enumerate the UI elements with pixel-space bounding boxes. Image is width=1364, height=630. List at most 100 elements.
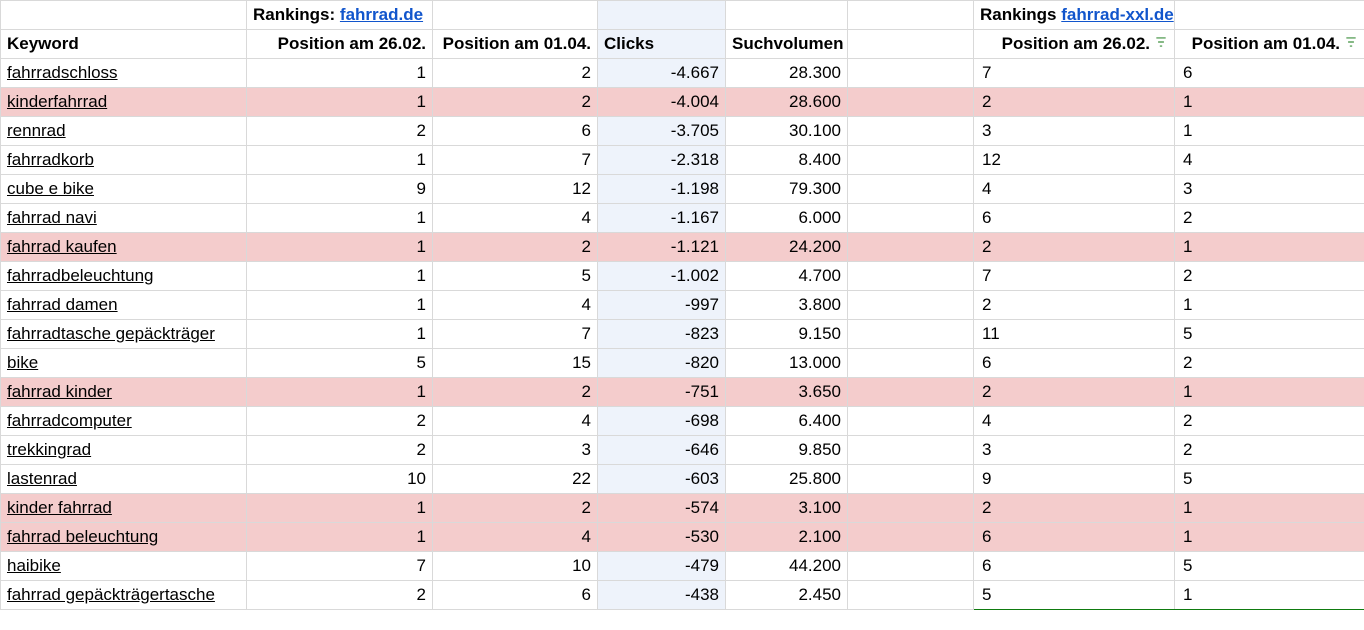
table-row: fahrradschloss12-4.66728.30076	[1, 59, 1364, 88]
table-row: fahrrad kinder12-7513.65021	[1, 378, 1364, 407]
empty-cell	[726, 1, 848, 30]
volume-cell: 8.400	[726, 146, 848, 175]
empty-cell	[848, 465, 974, 494]
pos-a-2602-cell: 2	[247, 581, 433, 610]
empty-cell	[848, 146, 974, 175]
pos-a-0104-cell: 7	[433, 146, 598, 175]
keyword-cell[interactable]: fahrrad kaufen	[1, 233, 247, 262]
clicks-cell: -479	[598, 552, 726, 581]
volume-cell: 2.450	[726, 581, 848, 610]
volume-cell: 9.850	[726, 436, 848, 465]
volume-cell: 2.100	[726, 523, 848, 552]
keyword-cell[interactable]: fahrradbeleuchtung	[1, 262, 247, 291]
pos-b-2602-cell: 6	[974, 349, 1175, 378]
keyword-cell[interactable]: kinderfahrrad	[1, 88, 247, 117]
empty-cell	[598, 1, 726, 30]
clicks-cell: -530	[598, 523, 726, 552]
keyword-cell[interactable]: fahrradtasche gepäckträger	[1, 320, 247, 349]
pos-b-2602-cell: 2	[974, 291, 1175, 320]
keyword-cell[interactable]: trekkingrad	[1, 436, 247, 465]
filter-icon[interactable]	[1154, 34, 1168, 54]
volume-cell: 24.200	[726, 233, 848, 262]
pos-a-0104-cell: 4	[433, 204, 598, 233]
pos-b-0104-cell: 2	[1175, 349, 1364, 378]
empty-cell	[848, 233, 974, 262]
group-header-row: Rankings: fahrrad.de Rankings fahrrad-xx…	[1, 1, 1364, 30]
table-row: kinderfahrrad12-4.00428.60021	[1, 88, 1364, 117]
clicks-cell: -2.318	[598, 146, 726, 175]
clicks-cell: -603	[598, 465, 726, 494]
column-header-row: Keyword Position am 26.02. Position am 0…	[1, 30, 1364, 59]
pos-a-0104-cell: 6	[433, 581, 598, 610]
empty-cell	[848, 117, 974, 146]
pos-a-0104-cell: 2	[433, 378, 598, 407]
table-row: rennrad26-3.70530.10031	[1, 117, 1364, 146]
keyword-cell[interactable]: fahrradschloss	[1, 59, 247, 88]
keyword-cell[interactable]: fahrradkorb	[1, 146, 247, 175]
keyword-cell[interactable]: fahrrad gepäckträgertasche	[1, 581, 247, 610]
keyword-cell[interactable]: fahrrad kinder	[1, 378, 247, 407]
header-pos-b-2602[interactable]: Position am 26.02.	[974, 30, 1175, 59]
header-pos-b-2602-label: Position am 26.02.	[1002, 34, 1150, 54]
site-b-link[interactable]: fahrrad-xxl.de	[1061, 5, 1173, 24]
empty-cell	[848, 88, 974, 117]
pos-a-0104-cell: 2	[433, 59, 598, 88]
pos-a-2602-cell: 1	[247, 59, 433, 88]
pos-a-2602-cell: 2	[247, 117, 433, 146]
clicks-cell: -751	[598, 378, 726, 407]
pos-b-0104-cell: 2	[1175, 407, 1364, 436]
pos-a-2602-cell: 10	[247, 465, 433, 494]
header-pos-a-0104[interactable]: Position am 01.04.	[433, 30, 598, 59]
table-row: fahrradbeleuchtung15-1.0024.70072	[1, 262, 1364, 291]
volume-cell: 13.000	[726, 349, 848, 378]
pos-b-2602-cell: 6	[974, 523, 1175, 552]
empty-cell	[848, 204, 974, 233]
table-row: fahrrad gepäckträgertasche26-4382.45051	[1, 581, 1364, 610]
keyword-cell[interactable]: lastenrad	[1, 465, 247, 494]
volume-cell: 6.000	[726, 204, 848, 233]
keyword-cell[interactable]: kinder fahrrad	[1, 494, 247, 523]
table-row: fahrrad kaufen12-1.12124.20021	[1, 233, 1364, 262]
pos-a-2602-cell: 1	[247, 146, 433, 175]
keyword-cell[interactable]: cube e bike	[1, 175, 247, 204]
pos-a-0104-cell: 4	[433, 291, 598, 320]
site-a-link[interactable]: fahrrad.de	[340, 5, 423, 24]
header-pos-b-0104[interactable]: Position am 01.04.	[1175, 30, 1364, 59]
pos-b-0104-cell: 1	[1175, 378, 1364, 407]
pos-b-2602-cell: 6	[974, 552, 1175, 581]
keyword-cell[interactable]: fahrrad beleuchtung	[1, 523, 247, 552]
header-pos-a-2602[interactable]: Position am 26.02.	[247, 30, 433, 59]
pos-b-0104-cell: 4	[1175, 146, 1364, 175]
keyword-cell[interactable]: rennrad	[1, 117, 247, 146]
keyword-cell[interactable]: bike	[1, 349, 247, 378]
filter-icon[interactable]	[1344, 34, 1358, 54]
pos-a-2602-cell: 1	[247, 494, 433, 523]
pos-b-0104-cell: 2	[1175, 204, 1364, 233]
table-row: kinder fahrrad12-5743.10021	[1, 494, 1364, 523]
empty-cell	[433, 1, 598, 30]
empty-cell	[848, 436, 974, 465]
volume-cell: 9.150	[726, 320, 848, 349]
keyword-cell[interactable]: fahrrad damen	[1, 291, 247, 320]
pos-b-2602-cell: 12	[974, 146, 1175, 175]
pos-b-2602-cell: 11	[974, 320, 1175, 349]
header-clicks[interactable]: Clicks	[598, 30, 726, 59]
pos-b-0104-cell: 3	[1175, 175, 1364, 204]
table-row: fahrrad beleuchtung14-5302.10061	[1, 523, 1364, 552]
header-volume[interactable]: Suchvolumen	[726, 30, 848, 59]
pos-b-2602-cell: 4	[974, 175, 1175, 204]
pos-b-0104-cell: 6	[1175, 59, 1364, 88]
keyword-cell[interactable]: fahrrad navi	[1, 204, 247, 233]
header-keyword[interactable]: Keyword	[1, 30, 247, 59]
keyword-cell[interactable]: haibike	[1, 552, 247, 581]
volume-cell: 28.300	[726, 59, 848, 88]
clicks-cell: -574	[598, 494, 726, 523]
pos-a-0104-cell: 2	[433, 88, 598, 117]
pos-b-0104-cell: 5	[1175, 552, 1364, 581]
pos-a-2602-cell: 1	[247, 378, 433, 407]
clicks-cell: -1.121	[598, 233, 726, 262]
table-row: lastenrad1022-60325.80095	[1, 465, 1364, 494]
keyword-cell[interactable]: fahrradcomputer	[1, 407, 247, 436]
pos-a-2602-cell: 1	[247, 523, 433, 552]
clicks-cell: -3.705	[598, 117, 726, 146]
